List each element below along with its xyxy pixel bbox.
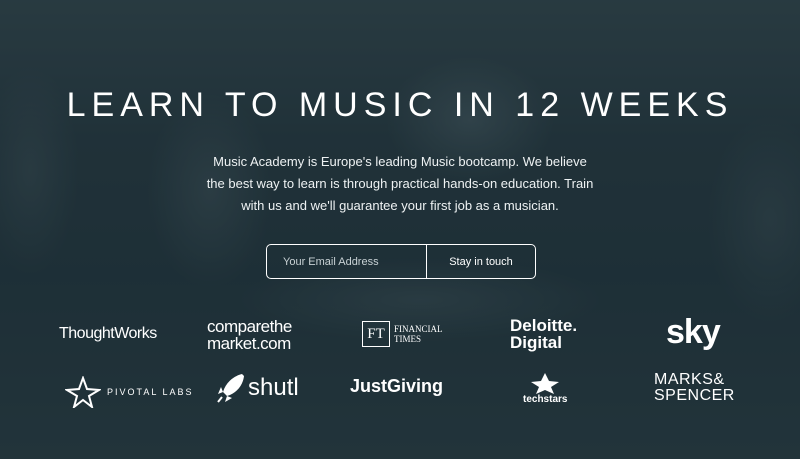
thoughtworks-wordmark: ThoughtWorks: [59, 325, 157, 342]
comparethemarket-line2: market.com: [207, 334, 291, 353]
sky-logo: sky: [666, 313, 721, 352]
deloitte-digital-logo: Deloitte. Digital: [510, 317, 577, 351]
techstars-logo: techstars: [523, 372, 567, 405]
subtitle-line: the best way to learn is through practic…: [206, 176, 594, 191]
hero-section: LEARN TO MUSIC IN 12 WEEKS Music Academy…: [0, 0, 800, 459]
shutl-logo: shutl: [216, 372, 299, 404]
subtitle-line: with us and we'll guarantee your first j…: [241, 198, 559, 213]
marks-and-spencer-logo: MARKS& SPENCER: [654, 372, 735, 404]
techstars-star-icon: [531, 373, 560, 394]
ft-line2: TIMES: [394, 334, 421, 344]
financial-times-logo: FT FINANCIAL TIMES: [362, 321, 443, 347]
shutl-wordmark: shutl: [248, 374, 299, 401]
ms-line1: MARKS&: [654, 371, 725, 388]
page-title: LEARN TO MUSIC IN 12 WEEKS: [66, 86, 734, 124]
comparethemarket-line1: comparethe: [207, 317, 292, 336]
stay-in-touch-button[interactable]: Stay in touch: [427, 245, 535, 278]
rocket-icon: [217, 374, 244, 403]
techstars-wordmark: techstars: [523, 394, 568, 405]
sky-wordmark: sky: [666, 313, 721, 351]
pivotal-wordmark: PIVOTAL LABS: [107, 387, 194, 397]
deloitte-line1: Deloitte.: [510, 316, 578, 335]
hero-subtitle: Music Academy is Europe's leading Music …: [200, 151, 600, 217]
hero-content: LEARN TO MUSIC IN 12 WEEKS Music Academy…: [0, 0, 800, 459]
justgiving-logo: JustGiving: [350, 376, 443, 397]
ft-line1: FINANCIAL: [394, 324, 443, 334]
pivotal-star-icon: [65, 376, 101, 408]
justgiving-wordmark: JustGiving: [350, 376, 444, 396]
deloitte-line2: Digital: [510, 333, 562, 352]
email-input[interactable]: [267, 245, 427, 278]
newsletter-signup-form: Stay in touch: [266, 244, 536, 279]
thoughtworks-logo: ThoughtWorks: [59, 325, 157, 343]
pivotal-labs-logo: PIVOTAL LABS: [65, 376, 194, 408]
subtitle-line: Music Academy is Europe's leading Music …: [213, 154, 587, 169]
comparethemarket-logo: comparethe market.com: [207, 318, 292, 352]
ms-line2: SPENCER: [654, 387, 735, 404]
ft-mark-icon: FT: [362, 321, 390, 347]
